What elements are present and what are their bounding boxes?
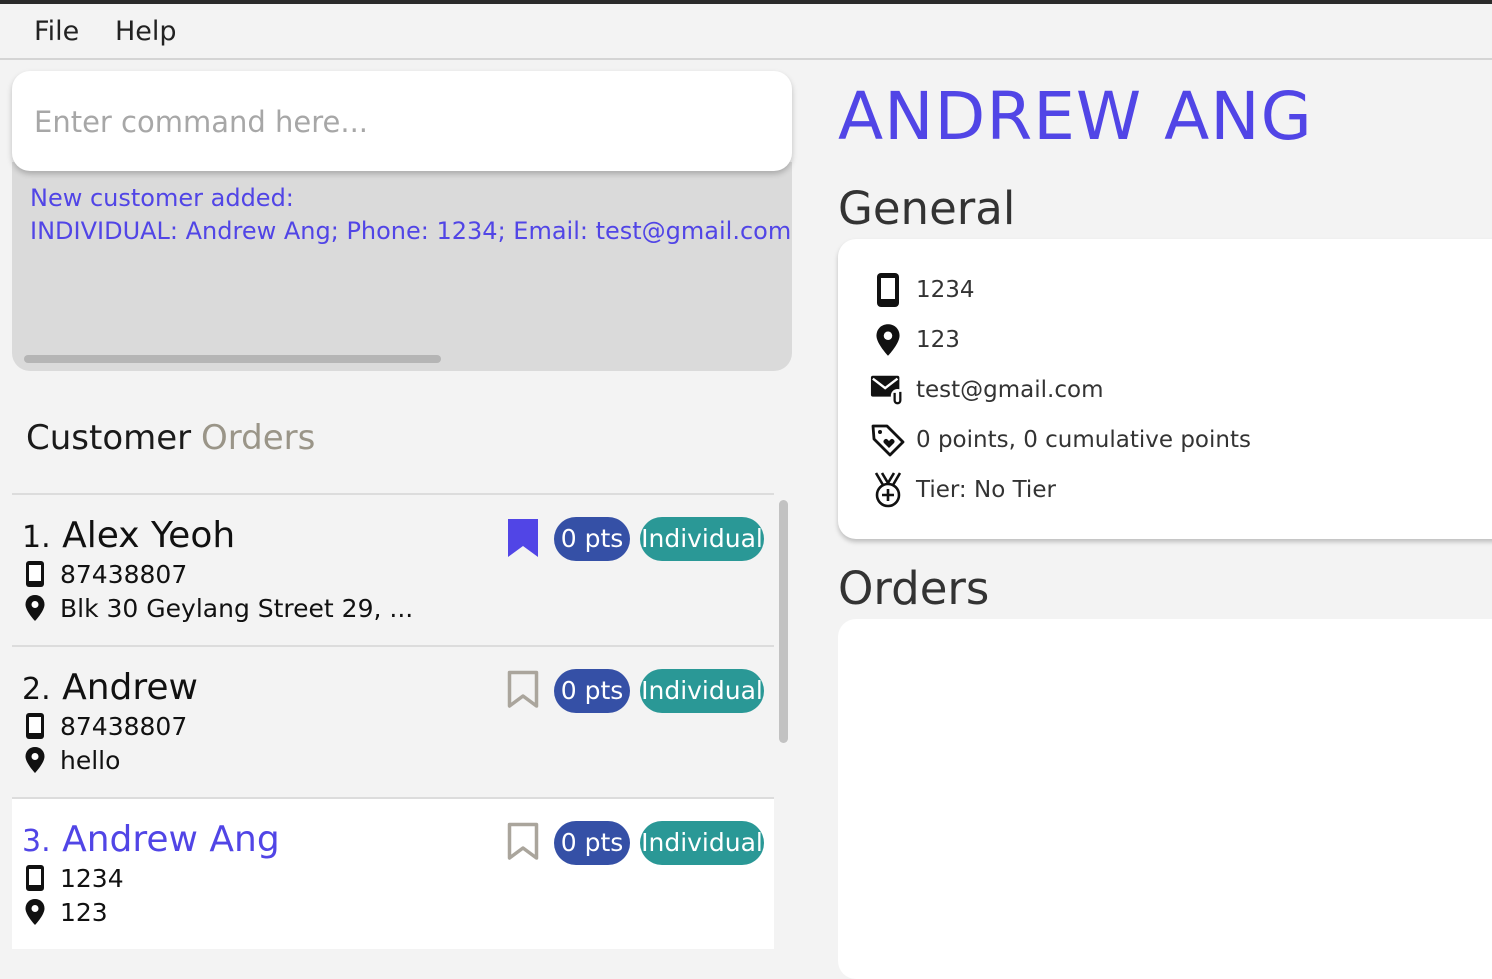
customer-address: 123: [60, 897, 108, 927]
result-line-1: New customer added:: [30, 184, 294, 212]
customer-card[interactable]: 1. Alex Yeoh 87438807 Blk 30 Geylang Str…: [12, 493, 774, 645]
bookmark-icon[interactable]: [506, 669, 540, 711]
detail-email: test@gmail.com: [916, 377, 1104, 403]
customer-name: 1. Alex Yeoh: [22, 515, 235, 556]
customer-address: Blk 30 Geylang Street 29, ...: [60, 593, 414, 623]
customer-index: 3.: [22, 824, 51, 859]
menu-file[interactable]: File: [34, 16, 79, 47]
customer-address-row: hello: [24, 745, 120, 775]
customer-index: 2.: [22, 672, 51, 707]
command-result-box: New customer added: INDIVIDUAL: Andrew A…: [12, 162, 792, 371]
customer-address-row: 123: [24, 897, 108, 927]
phone-icon: [877, 273, 899, 307]
result-line-2: INDIVIDUAL: Andrew Ang; Phone: 1234; Ema…: [30, 217, 792, 245]
customer-address: hello: [60, 745, 121, 775]
phone-icon: [26, 713, 44, 739]
detail-address-row: 123: [870, 320, 960, 360]
customer-phone-row: 87438807: [24, 559, 187, 589]
medal-icon: [874, 472, 902, 508]
points-badge: 0 pts: [554, 669, 630, 713]
command-input[interactable]: [32, 95, 776, 149]
email-icon: [870, 375, 905, 407]
general-section-title: General: [838, 182, 1016, 235]
detail-tier-row: Tier: No Tier: [870, 470, 1056, 510]
location-pin-icon: [25, 595, 45, 621]
customer-type-badge: Individual: [640, 669, 764, 713]
points-badge: 0 pts: [554, 821, 630, 865]
customer-phone: 87438807: [60, 711, 188, 741]
bookmark-icon[interactable]: [506, 821, 540, 863]
phone-icon: [26, 561, 44, 587]
location-pin-icon: [25, 747, 45, 773]
menu-bar: File Help: [0, 4, 1492, 60]
command-box: [12, 71, 792, 171]
tab-customer[interactable]: Customer: [26, 418, 191, 458]
customer-phone-row: 1234: [24, 863, 124, 893]
tag-heart-icon: [871, 424, 905, 457]
customer-name-text: Andrew: [62, 667, 198, 708]
general-info-card: 1234 123 test@gmail.com 0 points, 0 cumu…: [838, 239, 1492, 539]
customer-type-badge: Individual: [640, 821, 764, 865]
customer-name: 2. Andrew: [22, 667, 198, 708]
detail-email-row: test@gmail.com: [870, 370, 1103, 410]
customer-phone: 87438807: [60, 559, 188, 589]
customer-card[interactable]: 2. Andrew 87438807 hello 0 pts Individua…: [12, 645, 774, 797]
result-horizontal-scrollbar[interactable]: [24, 355, 441, 363]
customer-name-text: Andrew Ang: [62, 819, 280, 860]
bookmark-icon[interactable]: [506, 517, 540, 559]
points-badge: 0 pts: [554, 517, 630, 561]
customer-phone: 1234: [60, 863, 124, 893]
detail-phone: 1234: [916, 277, 975, 303]
customer-list-scrollbar[interactable]: [779, 500, 788, 743]
command-result-text: New customer added: INDIVIDUAL: Andrew A…: [30, 182, 792, 248]
customer-type-badge: Individual: [640, 517, 764, 561]
detail-tier: Tier: No Tier: [916, 477, 1056, 503]
phone-icon: [26, 865, 44, 891]
customer-index: 1.: [22, 520, 51, 555]
orders-section-title: Orders: [838, 562, 990, 615]
detail-points-row: 0 points, 0 cumulative points: [870, 420, 1251, 460]
detail-phone-row: 1234: [870, 270, 975, 310]
tab-orders[interactable]: Orders: [201, 418, 315, 458]
menu-help[interactable]: Help: [115, 16, 177, 47]
customer-phone-row: 87438807: [24, 711, 187, 741]
customer-card[interactable]: 3. Andrew Ang 1234 123 0 pts Individual: [12, 797, 774, 949]
orders-card: [838, 619, 1492, 979]
customer-list: 1. Alex Yeoh 87438807 Blk 30 Geylang Str…: [12, 493, 774, 960]
detail-address: 123: [916, 327, 960, 353]
detail-points: 0 points, 0 cumulative points: [916, 427, 1251, 453]
customer-name: 3. Andrew Ang: [22, 819, 280, 860]
customer-name-text: Alex Yeoh: [62, 515, 236, 556]
detail-customer-name: ANDREW ANG: [838, 78, 1313, 155]
customer-address-row: Blk 30 Geylang Street 29, ...: [24, 593, 413, 623]
location-pin-icon: [25, 899, 45, 925]
location-pin-icon: [876, 324, 900, 356]
